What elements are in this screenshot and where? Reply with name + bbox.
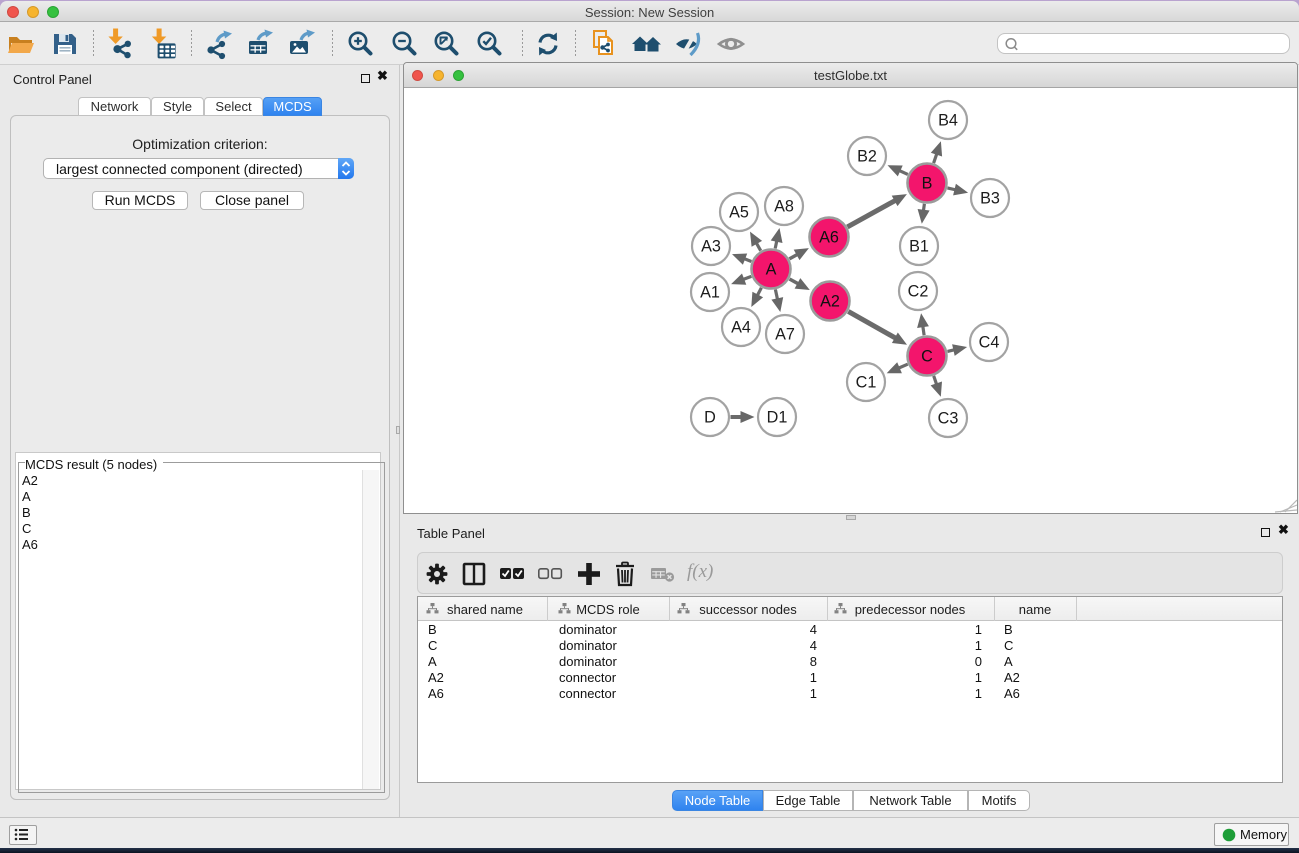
svg-text:C1: C1 bbox=[856, 374, 877, 392]
svg-text:A2: A2 bbox=[820, 293, 840, 311]
svg-text:C: C bbox=[921, 348, 933, 366]
svg-text:D1: D1 bbox=[767, 409, 788, 427]
svg-text:A8: A8 bbox=[774, 198, 794, 216]
svg-text:B: B bbox=[922, 175, 933, 193]
svg-text:C3: C3 bbox=[938, 410, 959, 428]
svg-text:A: A bbox=[766, 261, 777, 279]
svg-text:A7: A7 bbox=[775, 326, 795, 344]
svg-text:B2: B2 bbox=[857, 148, 877, 166]
svg-text:A5: A5 bbox=[729, 204, 749, 222]
svg-text:D: D bbox=[704, 409, 716, 427]
svg-text:A1: A1 bbox=[700, 284, 720, 302]
svg-text:A6: A6 bbox=[819, 229, 839, 247]
svg-text:A3: A3 bbox=[701, 238, 721, 256]
svg-text:B4: B4 bbox=[938, 112, 958, 130]
svg-text:C2: C2 bbox=[908, 283, 929, 301]
svg-text:B3: B3 bbox=[980, 190, 1000, 208]
svg-text:C4: C4 bbox=[979, 334, 1000, 352]
svg-text:B1: B1 bbox=[909, 238, 929, 256]
svg-text:A4: A4 bbox=[731, 319, 751, 337]
